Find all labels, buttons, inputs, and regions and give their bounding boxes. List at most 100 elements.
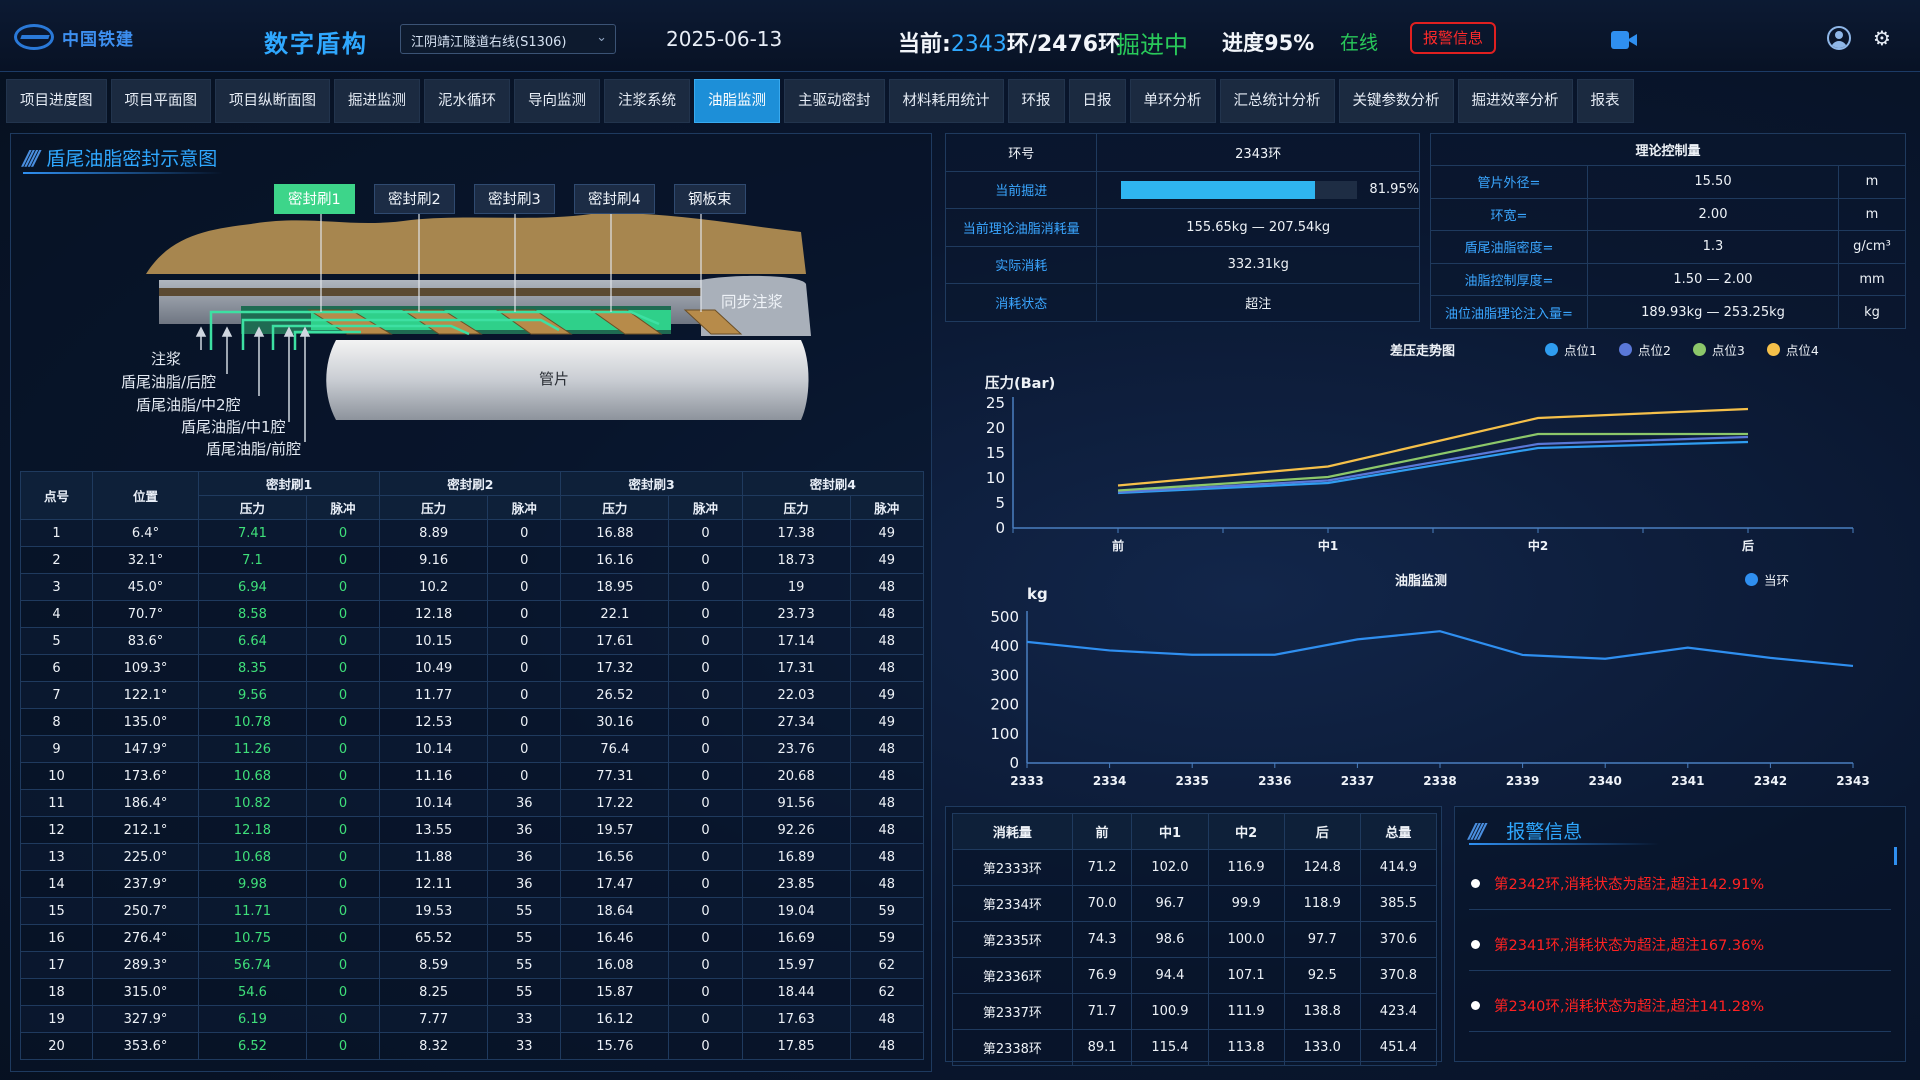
nav-tab-1[interactable]: 项目平面图	[110, 79, 211, 123]
table-cell: 19.04	[741, 897, 851, 925]
table-cell: 19	[741, 573, 851, 601]
brush-label-2[interactable]: 密封刷2	[374, 184, 455, 214]
nav-tab-12[interactable]: 单环分析	[1129, 79, 1216, 123]
table-cell: 33	[487, 1032, 562, 1060]
table-cell: 289.3°	[92, 951, 199, 979]
table-cell: 36	[487, 789, 562, 817]
table-cell: 0	[668, 762, 743, 790]
table-cell: 0	[305, 600, 381, 628]
theory-cell: 2.00	[1587, 197, 1839, 232]
theory-row: 油脂控制厚度= 1.50 — 2.00 mm	[1430, 262, 1907, 297]
nav-tab-0[interactable]: 项目进度图	[6, 79, 107, 123]
table-cell: 11.26	[198, 735, 307, 763]
nav-tab-4[interactable]: 泥水循环	[424, 79, 510, 123]
alarm-item[interactable]: 第2342环,消耗状态为超注,超注142.91%	[1471, 873, 1891, 894]
alarm-info-button[interactable]: 报警信息	[1410, 22, 1496, 54]
x-tick-label: 2333	[1010, 774, 1043, 788]
table-cell: 7.41	[198, 519, 307, 547]
x-tick-label: 前	[1112, 538, 1124, 553]
progress-bar	[1121, 180, 1358, 199]
theory-consumption-label: 当前理论油脂消耗量	[944, 208, 1098, 247]
table-cell: 16.16	[560, 546, 670, 574]
table-cell: 15.76	[560, 1032, 670, 1060]
seal-diagram-svg	[146, 192, 811, 442]
alarm-scrollbar[interactable]	[1894, 847, 1897, 865]
cons-cell: 99.9	[1207, 885, 1285, 922]
alarm-text: 第2341环,消耗状态为超注,超注167.36%	[1494, 938, 1765, 954]
brush-label-1[interactable]: 密封刷1	[274, 184, 355, 214]
table-cell: 15.97	[741, 951, 851, 979]
table-cell: 18.73	[741, 546, 851, 574]
nav-tab-8[interactable]: 主驱动密封	[784, 79, 885, 123]
series-line-4	[1117, 407, 1749, 487]
nav-tab-15[interactable]: 掘进效率分析	[1457, 79, 1573, 123]
table-cell: 0	[305, 681, 381, 709]
user-icon[interactable]	[1827, 26, 1851, 50]
nav-tab-3[interactable]: 掘进监测	[334, 79, 420, 123]
nav-tab-2[interactable]: 项目纵断面图	[215, 79, 330, 123]
nav-tab-5[interactable]: 导向监测	[514, 79, 600, 123]
table-cell: 55	[487, 951, 562, 979]
table-cell: 48	[849, 789, 925, 817]
table-cell: 22.1	[560, 600, 670, 628]
gear-icon[interactable]: ⚙	[1873, 26, 1891, 50]
table-cell: 17.85	[741, 1032, 851, 1060]
brush-label-4[interactable]: 密封刷4	[574, 184, 655, 214]
theory-cell: kg	[1837, 295, 1907, 329]
cons-cell: 第2335环	[952, 921, 1073, 958]
col-pressure: 压力	[741, 495, 851, 520]
nav-tab-14[interactable]: 关键参数分析	[1338, 79, 1454, 123]
x-tick-label: 中2	[1528, 538, 1548, 553]
chevron-down-icon: ⌄	[596, 30, 607, 45]
cons-cell: 76.9	[1071, 957, 1133, 994]
nav-tab-16[interactable]: 报表	[1576, 79, 1634, 123]
table-cell: 315.0°	[92, 978, 199, 1006]
nav-tab-9[interactable]: 材料耗用统计	[888, 79, 1004, 123]
y-tick-label: 400	[990, 637, 1019, 655]
theory-cell: 盾尾油脂密度=	[1430, 230, 1588, 264]
nav-tab-6[interactable]: 注浆系统	[604, 79, 690, 123]
col-pulse: 脉冲	[305, 495, 381, 520]
consumption-panel: 消耗量前中1 中2 后总量 第2333环 71.2 102.0 116.9 124.8 414…	[945, 806, 1442, 1066]
video-camera-icon[interactable]	[1611, 31, 1637, 49]
y-tick-label: 5	[995, 494, 1005, 512]
table-cell: 9.98	[198, 870, 307, 898]
nav-tab-10[interactable]: 环报	[1007, 79, 1065, 123]
table-cell: 0	[305, 870, 381, 898]
grease-seal-panel: //// 盾尾油脂密封示意图 密封刷1 密封刷2 密封刷3 密封刷4 钢板束 同…	[10, 133, 932, 1072]
table-cell: 16.56	[560, 843, 670, 871]
steel-plate-label[interactable]: 钢板束	[674, 184, 746, 214]
table-cell: 0	[668, 681, 743, 709]
title-slashes-icon: ////	[23, 145, 40, 170]
bullet-icon	[1471, 879, 1480, 888]
front-chamber-label: 盾尾油脂/前腔	[206, 440, 302, 458]
table-cell: 17.47	[560, 870, 670, 898]
table-cell: 48	[849, 1032, 925, 1060]
alarm-item[interactable]: 第2340环,消耗状态为超注,超注141.28%	[1471, 995, 1891, 1016]
table-cell: 11.77	[379, 681, 489, 709]
table-cell: 83.6°	[92, 627, 199, 655]
table-row: 第2335环 74.3 98.6 100.0 97.7 370.6	[952, 921, 1438, 958]
project-select[interactable]: 江阴靖江隧道右线(S1306) ⌄	[400, 24, 616, 54]
nav-tab-7[interactable]: 油脂监测	[694, 79, 780, 123]
col-brush4: 密封刷4	[741, 471, 925, 496]
nav-tab-13[interactable]: 汇总统计分析	[1219, 79, 1335, 123]
brush-label-3[interactable]: 密封刷3	[474, 184, 555, 214]
actual-consumption-label: 实际消耗	[944, 245, 1098, 284]
alarm-item[interactable]: 第2341环,消耗状态为超注,超注167.36%	[1471, 934, 1891, 955]
cons-cell: 451.4	[1359, 1029, 1438, 1066]
table-cell: 59	[849, 897, 925, 925]
table-cell: 0	[305, 708, 381, 736]
table-row: 12 212.1° 12.18 0 13.55 36 19.57 0 92.26 48	[20, 816, 925, 844]
table-cell: 10.82	[198, 789, 307, 817]
col-position: 位置	[92, 471, 199, 520]
nav-tab-11[interactable]: 日报	[1068, 79, 1126, 123]
cons-header: 前	[1071, 813, 1133, 850]
table-cell: 327.9°	[92, 1005, 199, 1033]
cons-cell: 71.2	[1071, 849, 1133, 886]
table-cell: 10.49	[379, 654, 489, 682]
theory-cell: 油脂控制厚度=	[1430, 262, 1588, 297]
table-row: 20 353.6° 6.52 0 8.32 33 15.76 0 17.85 48	[20, 1032, 925, 1060]
table-cell: 0	[668, 951, 743, 979]
table-cell: 17.31	[741, 654, 851, 682]
